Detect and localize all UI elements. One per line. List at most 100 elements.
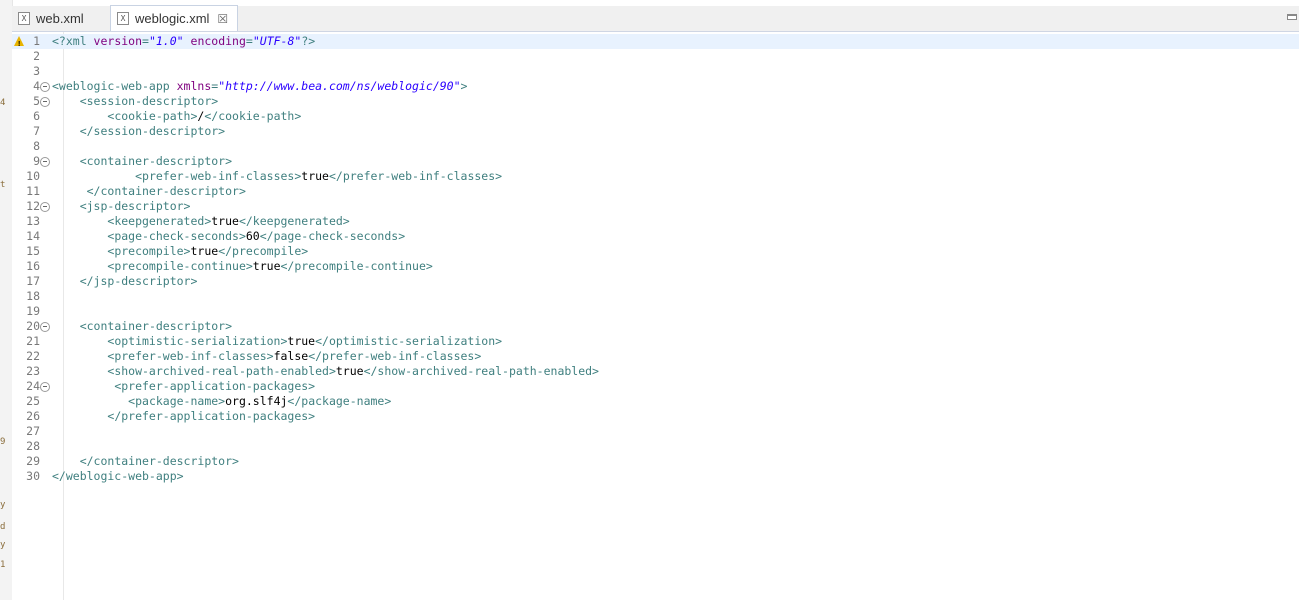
code-text[interactable]: </prefer-application-packages> — [52, 409, 315, 424]
code-line[interactable]: 5 <session-descriptor> — [12, 94, 1299, 109]
code-line[interactable]: 12 <jsp-descriptor> — [12, 199, 1299, 214]
code-token-pi: <?xml — [52, 34, 94, 48]
code-line[interactable]: 15 <precompile>true</precompile> — [12, 244, 1299, 259]
code-line[interactable]: 29 </container-descriptor> — [12, 454, 1299, 469]
code-token-tag: <prefer-web-inf-classes> — [107, 349, 274, 363]
xml-file-icon: X — [18, 11, 30, 25]
code-line[interactable]: 6 <cookie-path>/</cookie-path> — [12, 109, 1299, 124]
code-token-text: true — [301, 169, 329, 183]
code-text[interactable]: <optimistic-serialization>true</optimist… — [52, 334, 502, 349]
code-line[interactable]: 14 <page-check-seconds>60</page-check-se… — [12, 229, 1299, 244]
code-line[interactable]: 19 — [12, 304, 1299, 319]
collapse-fold-icon[interactable] — [40, 157, 50, 167]
code-line[interactable]: 25 <package-name>org.slf4j</package-name… — [12, 394, 1299, 409]
collapse-fold-icon[interactable] — [40, 82, 50, 92]
collapse-fold-icon[interactable] — [40, 382, 50, 392]
code-line[interactable]: 16 <precompile-continue>true</precompile… — [12, 259, 1299, 274]
line-number: 23 — [26, 364, 40, 378]
code-token-attr: xmlns — [176, 79, 212, 93]
line-number: 5 — [33, 94, 40, 108]
code-text[interactable]: <prefer-application-packages> — [52, 379, 315, 394]
code-line[interactable]: 27 — [12, 424, 1299, 439]
code-token-tag: </weblogic-web-app> — [52, 469, 184, 483]
code-line[interactable]: 8 — [12, 139, 1299, 154]
code-token-tag: <precompile-continue> — [107, 259, 253, 273]
collapse-fold-icon[interactable] — [40, 322, 50, 332]
code-line[interactable]: 28 — [12, 439, 1299, 454]
code-editor[interactable]: 1<?xml version="1.0" encoding="UTF-8"?>2… — [12, 32, 1299, 600]
code-text[interactable]: </weblogic-web-app> — [52, 469, 184, 484]
warning-icon[interactable] — [14, 36, 24, 52]
code-line[interactable]: 1<?xml version="1.0" encoding="UTF-8"?> — [12, 34, 1299, 52]
strip-glyph: 9 — [0, 437, 6, 447]
line-number: 18 — [26, 289, 40, 303]
code-text[interactable]: <show-archived-real-path-enabled>true</s… — [52, 364, 599, 379]
code-text[interactable]: <jsp-descriptor> — [52, 199, 191, 214]
line-number: 15 — [26, 244, 40, 258]
code-line[interactable]: 9 <container-descriptor> — [12, 154, 1299, 169]
code-text[interactable]: </container-descriptor> — [52, 184, 246, 199]
code-text[interactable]: </container-descriptor> — [52, 454, 239, 469]
code-token-tag: <cookie-path> — [107, 109, 198, 123]
code-text[interactable]: <precompile>true</precompile> — [52, 244, 308, 259]
code-text[interactable]: <container-descriptor> — [52, 319, 232, 334]
line-number: 25 — [26, 394, 40, 408]
code-line[interactable]: 26 </prefer-application-packages> — [12, 409, 1299, 424]
code-text[interactable]: <precompile-continue>true</precompile-co… — [52, 259, 432, 274]
code-text[interactable]: <cookie-path>/</cookie-path> — [52, 109, 301, 124]
code-token-text: true — [335, 364, 364, 378]
code-token-tag: = — [142, 34, 149, 48]
code-text[interactable]: </session-descriptor> — [52, 124, 225, 139]
collapse-fold-icon[interactable] — [40, 97, 50, 107]
minimize-icon[interactable] — [1287, 14, 1297, 20]
code-line[interactable]: 3 — [12, 64, 1299, 79]
code-text[interactable]: <?xml version="1.0" encoding="UTF-8"?> — [52, 34, 315, 49]
tab-label: web.xml — [36, 10, 84, 26]
code-token-tag: <container-descriptor> — [79, 319, 233, 333]
code-line[interactable]: 20 <container-descriptor> — [12, 319, 1299, 334]
code-token-tag: </prefer-application-packages> — [107, 409, 316, 423]
code-line[interactable]: 2 — [12, 49, 1299, 64]
code-line[interactable]: 21 <optimistic-serialization>true</optim… — [12, 334, 1299, 349]
code-line[interactable]: 7 </session-descriptor> — [12, 124, 1299, 139]
collapse-fold-icon[interactable] — [40, 202, 50, 212]
line-number: 7 — [33, 124, 40, 138]
code-token-tag: <keepgenerated> — [107, 214, 212, 228]
code-token-tag: </prefer-web-inf-classes> — [328, 169, 503, 183]
close-tab-icon[interactable]: ☒ — [217, 12, 228, 26]
tab-web-xml[interactable]: X web.xml — [12, 6, 108, 30]
code-line[interactable]: 4 <weblogic-web-app xmlns="http://www.bea… — [12, 79, 1299, 94]
code-line[interactable]: 22 <prefer-web-inf-classes>false</prefer… — [12, 349, 1299, 364]
code-text[interactable]: <package-name>org.slf4j</package-name> — [52, 394, 391, 409]
code-line[interactable]: 30 </weblogic-web-app> — [12, 469, 1299, 484]
code-line[interactable]: 23 <show-archived-real-path-enabled>true… — [12, 364, 1299, 379]
code-token-attr: version — [93, 34, 143, 48]
code-text[interactable]: <weblogic-web-app xmlns="http://www.bea.… — [52, 79, 467, 94]
code-line[interactable]: 13 <keepgenerated>true</keepgenerated> — [12, 214, 1299, 229]
code-text[interactable]: <session-descriptor> — [52, 94, 218, 109]
code-token-tag: <precompile> — [107, 244, 191, 258]
code-line[interactable]: 24 <prefer-application-packages> — [12, 379, 1299, 394]
code-text[interactable]: <prefer-web-inf-classes>true</prefer-web… — [52, 169, 502, 184]
code-line[interactable]: 11 </container-descriptor> — [12, 184, 1299, 199]
tab-weblogic-xml[interactable]: X weblogic.xml ☒ — [110, 5, 238, 31]
code-line[interactable]: 10 <prefer-web-inf-classes>true</prefer-… — [12, 169, 1299, 184]
code-token-tag: </container-descriptor> — [79, 454, 239, 468]
code-line[interactable]: 17 </jsp-descriptor> — [12, 274, 1299, 289]
code-text[interactable]: <keepgenerated>true</keepgenerated> — [52, 214, 349, 229]
code-token-tag: = — [245, 34, 253, 48]
strip-glyph: y — [0, 500, 6, 510]
code-text[interactable]: <prefer-web-inf-classes>false</prefer-we… — [52, 349, 481, 364]
code-token-tag: </package-name> — [287, 394, 392, 408]
line-number: 16 — [26, 259, 40, 273]
code-line[interactable]: 18 — [12, 289, 1299, 304]
code-text[interactable]: <container-descriptor> — [52, 154, 232, 169]
code-text[interactable]: <page-check-seconds>60</page-check-secon… — [52, 229, 405, 244]
code-token-tag: </page-check-seconds> — [259, 229, 406, 243]
code-text[interactable]: </jsp-descriptor> — [52, 274, 198, 289]
